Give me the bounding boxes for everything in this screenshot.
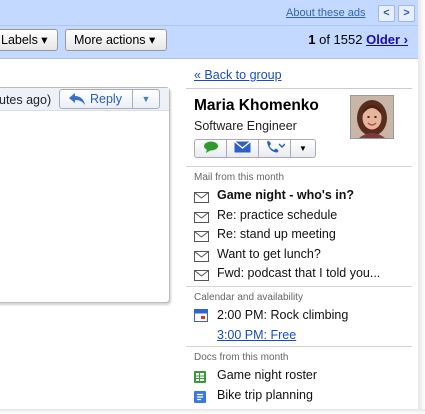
- more-actions-button[interactable]: More actions ▾: [65, 29, 167, 51]
- email-icon: [234, 140, 251, 158]
- mail-item-subject: Game night - who's in?: [217, 188, 354, 202]
- phone-icon: [265, 140, 286, 158]
- docs-section-heading: Docs from this month: [194, 352, 289, 363]
- avatar: [350, 95, 394, 139]
- calendar-section: Calendar and availability 2:00 PM: Rock …: [186, 286, 412, 345]
- mail-item-subject: Re: stand up meeting: [217, 227, 336, 241]
- chevron-down-icon: ▼: [299, 144, 307, 153]
- chat-button[interactable]: [194, 139, 227, 158]
- chat-icon: [203, 140, 219, 158]
- page-total: of 1552: [315, 32, 367, 47]
- mail-item-subject: Want to get lunch?: [217, 246, 321, 261]
- calendar-section-heading: Calendar and availability: [194, 292, 303, 303]
- contact-name[interactable]: Maria Khomenko: [194, 97, 319, 115]
- mail-item[interactable]: Re: stand up meeting: [186, 225, 412, 245]
- mail-item[interactable]: Re: practice schedule: [186, 206, 412, 226]
- calendar-free-slot[interactable]: 3:00 PM: Free: [186, 326, 412, 346]
- paging: 1 of 1552 Older ›: [308, 32, 408, 47]
- prev-ad-button[interactable]: <: [378, 5, 395, 22]
- mail-item-subject: Fwd: podcast that I told you...: [217, 266, 381, 280]
- mail-section: Mail from this month Game night - who's …: [186, 166, 412, 284]
- older-link[interactable]: Older ›: [366, 32, 408, 47]
- message-pane: utes ago) Reply ▼: [0, 60, 185, 414]
- window-shadow-right: [418, 0, 425, 414]
- reply-label: Reply: [90, 92, 122, 106]
- about-these-ads-link[interactable]: About these ads: [286, 7, 366, 19]
- message-timestamp: utes ago): [0, 93, 52, 107]
- gmail-window: About these ads < > Labels ▾ More action…: [0, 0, 425, 414]
- doc-item-title: Bike trip planning: [217, 387, 313, 402]
- mail-item-subject: Re: practice schedule: [217, 207, 338, 222]
- calendar-event[interactable]: 2:00 PM: Rock climbing: [186, 306, 412, 326]
- mail-item[interactable]: Want to get lunch?: [186, 245, 412, 265]
- contact-sidebar: « Back to group Maria Khomenko Software …: [186, 60, 412, 414]
- message-toolbar: Labels ▾ More actions ▾ 1 of 1552 Older …: [0, 26, 420, 59]
- calendar-event-label: 2:00 PM: Rock climbing: [217, 308, 349, 322]
- message-header: utes ago) Reply ▼: [0, 88, 169, 111]
- email-button[interactable]: [226, 139, 259, 158]
- doc-item[interactable]: Bike trip planning: [186, 386, 412, 406]
- contact-actions: ▼: [194, 139, 322, 158]
- labels-button[interactable]: Labels ▾: [0, 29, 58, 51]
- reply-options-dropdown[interactable]: ▼: [132, 89, 160, 109]
- doc-item-title: Game night roster: [217, 368, 318, 382]
- docs-section: Docs from this month Game night roster B…: [186, 346, 412, 405]
- call-button[interactable]: [258, 139, 291, 158]
- window-shadow-bottom: [0, 409, 425, 414]
- mail-section-heading: Mail from this month: [194, 172, 285, 183]
- message-card: utes ago) Reply ▼: [0, 87, 170, 303]
- next-ad-button[interactable]: >: [398, 5, 415, 22]
- document-icon: [194, 390, 206, 409]
- reply-arrow-icon: [68, 92, 86, 110]
- reply-button[interactable]: Reply: [59, 89, 133, 109]
- ads-bar: About these ads < >: [0, 0, 420, 26]
- contact-card: Maria Khomenko Software Engineer ▼ Mail …: [186, 88, 412, 414]
- free-slot-link[interactable]: 3:00 PM: Free: [217, 328, 296, 342]
- doc-item[interactable]: Game night roster: [186, 366, 412, 386]
- mail-item[interactable]: Game night - who's in?: [186, 186, 412, 206]
- contact-title: Software Engineer: [194, 119, 297, 133]
- mail-item[interactable]: Fwd: podcast that I told you...: [186, 264, 412, 284]
- envelope-icon: [194, 268, 209, 287]
- more-contact-actions-dropdown[interactable]: ▼: [290, 139, 316, 158]
- back-to-group-link[interactable]: « Back to group: [194, 68, 282, 82]
